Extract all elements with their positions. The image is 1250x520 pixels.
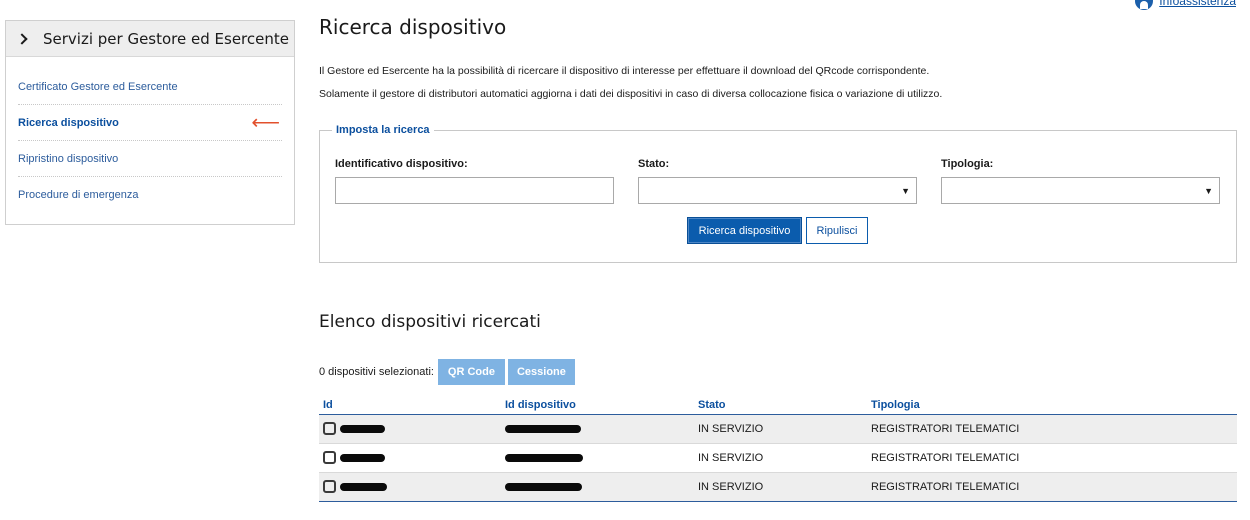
stato-cell: IN SERVIZIO <box>694 443 867 473</box>
tipologia-select[interactable]: ▼ <box>941 177 1220 204</box>
page-title: Ricerca dispositivo <box>319 15 507 39</box>
column-header-tipologia[interactable]: Tipologia <box>867 397 1237 415</box>
description-line-1: Il Gestore ed Esercente ha la possibilit… <box>319 65 930 77</box>
stato-cell: IN SERVIZIO <box>694 414 867 444</box>
results-title: Elenco dispositivi ricercati <box>319 312 541 332</box>
row-checkbox[interactable] <box>323 451 336 464</box>
id-dispositivo-field: Identificativo dispositivo: <box>335 158 614 204</box>
search-legend: Imposta la ricerca <box>332 124 434 136</box>
row-checkbox[interactable] <box>323 422 336 435</box>
sidebar-item-label[interactable]: Ripristino dispositivo <box>18 153 118 165</box>
id-cell <box>319 443 501 473</box>
selected-count: 0 dispositivi selezionati: <box>319 366 434 378</box>
stato-field: Stato: ▼ <box>638 158 917 204</box>
id-cell <box>319 472 501 502</box>
redacted-device-id-link[interactable] <box>505 424 581 433</box>
sidebar-item-certificato[interactable]: Certificato Gestore ed Esercente <box>18 69 282 105</box>
clear-button[interactable]: Ripulisci <box>806 217 868 244</box>
redacted-device-id-link[interactable] <box>505 453 583 462</box>
search-fieldset: Imposta la ricerca Identificativo dispos… <box>319 124 1237 263</box>
sidebar-item-label[interactable]: Procedure di emergenza <box>18 189 138 201</box>
id-dispositivo-label: Identificativo dispositivo: <box>335 158 468 170</box>
table-row: IN SERVIZIO REGISTRATORI TELEMATICI <box>319 414 1237 444</box>
stato-cell: IN SERVIZIO <box>694 472 867 502</box>
results-table: Id Id dispositivo Stato Tipologia IN SER… <box>319 397 1237 502</box>
redacted-id <box>340 424 385 433</box>
stato-select[interactable]: ▼ <box>638 177 917 204</box>
row-checkbox[interactable] <box>323 480 336 493</box>
description-line-2: Solamente il gestore di distributori aut… <box>319 88 943 100</box>
sidebar: Servizi per Gestore ed Esercente Certifi… <box>5 20 295 225</box>
main-content: Ricerca dispositivo Il Gestore ed Eserce… <box>319 0 1237 502</box>
tipologia-cell: REGISTRATORI TELEMATICI <box>867 414 1237 444</box>
sidebar-item-label[interactable]: Certificato Gestore ed Esercente <box>18 81 178 93</box>
sidebar-item-ricerca-dispositivo[interactable]: Ricerca dispositivo ⟵ <box>18 105 282 141</box>
tipologia-cell: REGISTRATORI TELEMATICI <box>867 472 1237 502</box>
table-row: IN SERVIZIO REGISTRATORI TELEMATICI <box>319 472 1237 502</box>
table-header-row: Id Id dispositivo Stato Tipologia <box>319 397 1237 415</box>
table-row: IN SERVIZIO REGISTRATORI TELEMATICI <box>319 443 1237 473</box>
redacted-device-id-link[interactable] <box>505 482 582 491</box>
sidebar-title: Servizi per Gestore ed Esercente <box>43 29 289 48</box>
sidebar-header[interactable]: Servizi per Gestore ed Esercente <box>6 21 294 57</box>
selection-toolbar: 0 dispositivi selezionati: QR Code Cessi… <box>319 359 1237 385</box>
active-arrow-left-icon: ⟵ <box>251 111 280 134</box>
id-dispositivo-cell <box>501 472 694 502</box>
dropdown-caret-icon: ▼ <box>1204 186 1213 196</box>
id-dispositivo-cell <box>501 414 694 444</box>
id-dispositivo-cell <box>501 443 694 473</box>
tipologia-field: Tipologia: ▼ <box>941 158 1220 204</box>
chevron-right-icon <box>16 32 28 45</box>
sidebar-item-procedure-emergenza[interactable]: Procedure di emergenza <box>18 177 282 213</box>
column-header-stato[interactable]: Stato <box>694 397 867 415</box>
sidebar-item-ripristino-dispositivo[interactable]: Ripristino dispositivo <box>18 141 282 177</box>
id-cell <box>319 414 501 444</box>
sidebar-item-label[interactable]: Ricerca dispositivo <box>18 117 119 129</box>
search-button[interactable]: Ricerca dispositivo <box>687 217 802 244</box>
id-dispositivo-input[interactable] <box>335 177 614 204</box>
tipologia-label: Tipologia: <box>941 158 994 170</box>
redacted-id <box>340 453 385 462</box>
dropdown-caret-icon: ▼ <box>901 186 910 196</box>
redacted-id <box>340 482 387 491</box>
cessione-button[interactable]: Cessione <box>507 359 575 385</box>
column-header-id-dispositivo[interactable]: Id dispositivo <box>501 397 694 415</box>
stato-label: Stato: <box>638 158 670 170</box>
column-header-id[interactable]: Id <box>319 397 501 415</box>
tipologia-cell: REGISTRATORI TELEMATICI <box>867 443 1237 473</box>
sidebar-menu: Certificato Gestore ed Esercente Ricerca… <box>6 57 294 213</box>
qr-code-button[interactable]: QR Code <box>437 359 505 385</box>
